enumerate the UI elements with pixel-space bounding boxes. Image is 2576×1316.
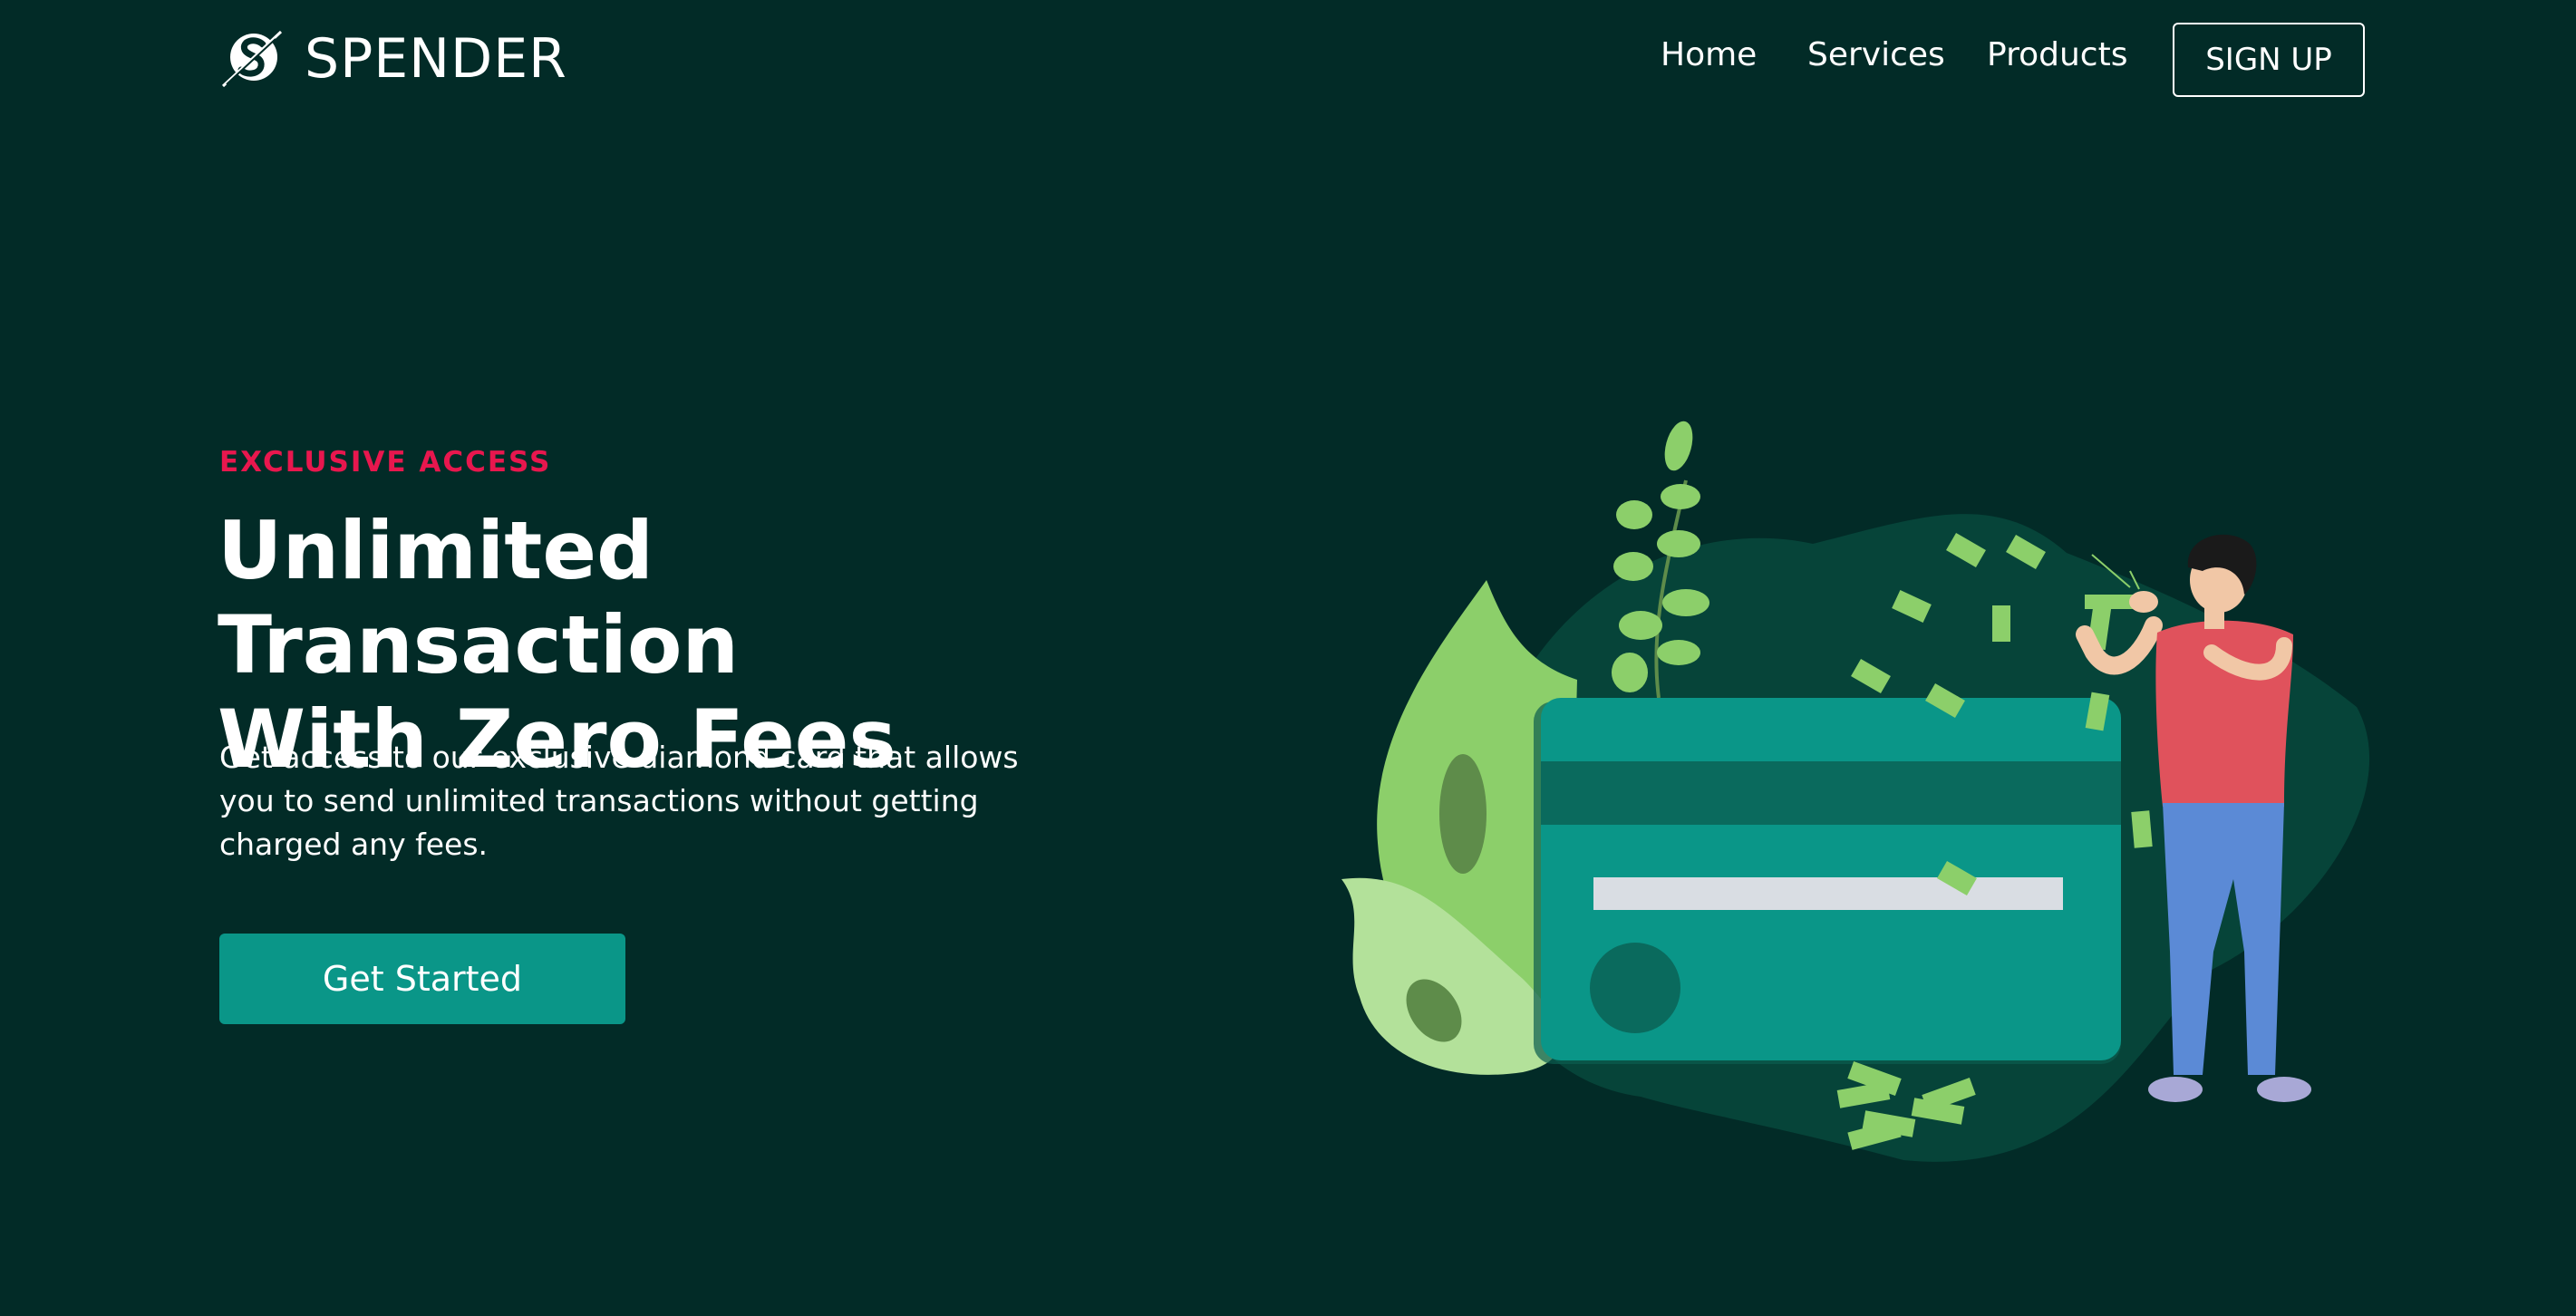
sprout-leaf bbox=[1657, 530, 1700, 557]
get-started-button[interactable]: Get Started bbox=[219, 934, 625, 1024]
person-hand bbox=[2129, 591, 2158, 613]
brand-name: SPENDER bbox=[305, 27, 567, 91]
hero-eyebrow: EXCLUSIVE ACCESS bbox=[219, 446, 552, 479]
flame-leaf-spot bbox=[1439, 754, 1487, 874]
person-shoe bbox=[2148, 1077, 2203, 1102]
landing-page: SPENDER Home Services Products SIGN UP E… bbox=[0, 0, 2576, 1316]
person-shoe bbox=[2257, 1077, 2311, 1102]
nav-home-link[interactable]: Home bbox=[1661, 36, 1757, 73]
sprout-leaf bbox=[1613, 552, 1653, 581]
sprout-leaf bbox=[1664, 421, 1693, 471]
sprout-leaf bbox=[1612, 653, 1648, 692]
navbar: SPENDER Home Services Products SIGN UP bbox=[0, 0, 2576, 118]
hero-description: Get access to our exclusive diamond card… bbox=[219, 740, 1019, 862]
brand-logo[interactable]: SPENDER bbox=[219, 27, 567, 91]
credit-card-stripe bbox=[1541, 761, 2121, 825]
hero-illustration bbox=[1341, 421, 2370, 1162]
nav-services-link[interactable]: Services bbox=[1807, 36, 1945, 73]
credit-card-signature-strip bbox=[1593, 877, 2063, 910]
sprout-leaf bbox=[1662, 589, 1709, 616]
sprout-leaf bbox=[1616, 500, 1652, 529]
sprout-leaf bbox=[1657, 640, 1700, 665]
signup-button[interactable]: SIGN UP bbox=[2173, 23, 2365, 97]
hero-headline-line1: Unlimited Transaction bbox=[218, 504, 740, 692]
credit-card-chip bbox=[1590, 943, 1680, 1033]
sprout-leaf bbox=[1619, 611, 1662, 640]
sprout-leaf bbox=[1661, 484, 1700, 509]
person-shirt bbox=[2155, 620, 2293, 807]
spender-logo-icon bbox=[221, 30, 283, 88]
nav-products-link[interactable]: Products bbox=[1987, 36, 2127, 73]
